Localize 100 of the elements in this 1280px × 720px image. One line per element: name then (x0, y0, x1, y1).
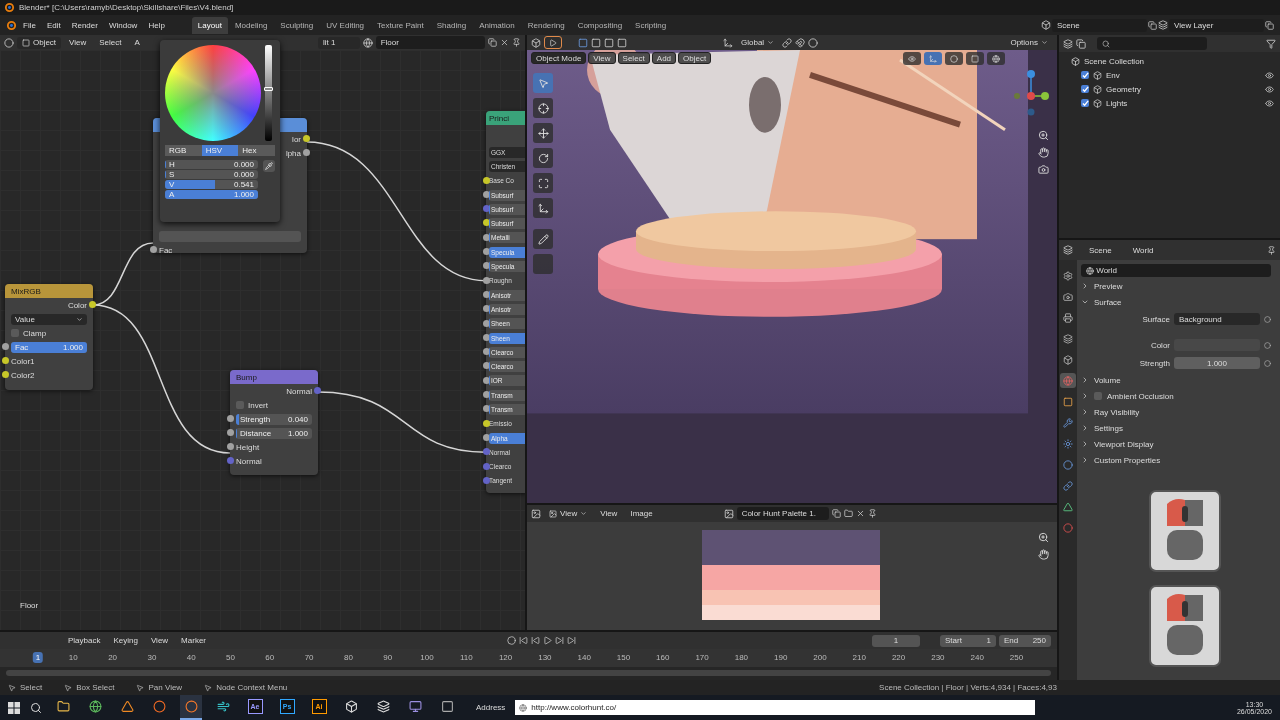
editor-type-icon[interactable] (531, 508, 541, 519)
tool-button[interactable] (533, 98, 553, 118)
value-slider[interactable] (265, 45, 272, 141)
input-socket[interactable] (483, 176, 490, 184)
mode-dropdown[interactable]: Object Mode (531, 52, 587, 64)
menu-button[interactable]: View (588, 52, 616, 64)
workspace-tab[interactable]: Layout (191, 16, 228, 34)
input-socket[interactable] (483, 448, 490, 456)
slider-handle[interactable] (264, 87, 273, 92)
tree-item[interactable]: Scene Collection (1059, 54, 1280, 68)
magnet-icon[interactable] (795, 37, 806, 48)
value-slider[interactable]: Strength 0.040 (236, 413, 312, 425)
select-mode-icon[interactable] (617, 37, 627, 48)
skip-forward-icon[interactable] (567, 636, 576, 645)
rewind-icon[interactable] (531, 636, 540, 645)
select-mode-icon[interactable] (578, 37, 588, 48)
workspace-tab[interactable]: Scripting (629, 16, 673, 34)
workspace-tab[interactable]: Texture Paint (371, 16, 430, 34)
copy-icon[interactable] (1148, 20, 1157, 30)
app-logo-icon[interactable] (4, 2, 15, 13)
editor-type-icon[interactable] (1063, 245, 1073, 255)
output-socket[interactable] (89, 301, 96, 308)
properties-tab[interactable] (1060, 478, 1076, 493)
material-field[interactable]: Floor (375, 36, 486, 49)
tree-item-label[interactable]: Geometry (1106, 84, 1142, 94)
panel-header[interactable]: Ray Visibility (1081, 405, 1274, 419)
color-mode-tab[interactable]: RGB (165, 145, 202, 156)
checkbox[interactable] (1081, 71, 1089, 79)
color-slider[interactable]: V 0.541 (165, 180, 258, 189)
menu-button[interactable]: Select (617, 52, 650, 64)
socket-icon[interactable] (1264, 341, 1271, 349)
properties-tab[interactable] (1060, 457, 1076, 472)
copy-icon[interactable] (1265, 20, 1274, 30)
tool-button[interactable] (533, 198, 553, 218)
axes-icon[interactable] (723, 37, 733, 48)
collection-icon[interactable] (1093, 84, 1102, 94)
color-slider[interactable]: A 1.000 (165, 190, 258, 199)
close-icon[interactable] (500, 38, 510, 47)
end-frame-field[interactable]: End 250 (999, 634, 1051, 647)
panel-header[interactable]: Volume (1081, 373, 1274, 387)
input-socket[interactable] (483, 462, 490, 470)
tool-button[interactable] (533, 173, 553, 193)
eyedropper-button[interactable] (263, 160, 275, 172)
checkbox[interactable] (1081, 99, 1089, 107)
axis-gizmo-drawing[interactable] (1011, 68, 1051, 118)
breadcrumb[interactable]: Scene (1084, 243, 1117, 257)
shader-dropdown[interactable]: Background (1174, 313, 1260, 325)
search-field[interactable] (1097, 37, 1207, 50)
editor-type-icon[interactable] (4, 37, 14, 48)
menu-item[interactable]: Help (143, 18, 170, 32)
render-button[interactable] (544, 36, 562, 49)
checkbox[interactable] (11, 329, 19, 337)
collection-icon[interactable] (1093, 98, 1102, 108)
copy-icon[interactable] (831, 509, 841, 518)
menu-item[interactable]: Keying (108, 634, 143, 647)
checkbox[interactable] (1094, 392, 1102, 400)
zoom-icon[interactable] (1038, 532, 1049, 543)
checkbox[interactable] (236, 401, 244, 409)
menu-item[interactable]: Render (66, 18, 103, 32)
close-icon[interactable] (855, 509, 865, 518)
properties-tab[interactable] (1060, 373, 1076, 388)
scrollbar[interactable] (6, 670, 1051, 676)
select-mode-icon[interactable] (604, 37, 614, 48)
number-field[interactable]: 1.000 (1174, 357, 1260, 369)
panel-header[interactable]: Ambient Occlusion (1081, 389, 1274, 403)
xray-button[interactable] (966, 52, 984, 65)
menu-button[interactable]: Object (678, 52, 712, 64)
collection-icon[interactable] (1093, 70, 1102, 80)
input-socket[interactable] (483, 276, 490, 284)
menu-item[interactable]: Marker (176, 634, 211, 647)
eye-icon[interactable] (1265, 70, 1274, 80)
shading-button[interactable] (987, 52, 1005, 65)
mix-node[interactable]: MixRGB Color Value Clamp Fac 1.000 Color1 Color2 (5, 284, 93, 390)
pin-icon[interactable] (512, 38, 521, 47)
menu-item[interactable]: Playback (62, 634, 106, 647)
pin-icon[interactable] (867, 509, 877, 518)
options-dropdown[interactable]: Options (1005, 36, 1053, 49)
workspace-tab[interactable]: Modeling (228, 16, 274, 34)
visibility-button[interactable] (903, 52, 921, 65)
skip-back-icon[interactable] (519, 636, 528, 645)
menu-item[interactable]: Edit (41, 18, 66, 32)
socket-icon[interactable] (1264, 359, 1271, 367)
hand-icon[interactable] (1038, 147, 1049, 158)
color-mode-tab[interactable]: HSV (201, 145, 239, 156)
mode-dropdown[interactable]: Object (16, 36, 62, 49)
panel-header[interactable]: Viewport Display (1081, 437, 1274, 451)
folder-icon[interactable] (843, 509, 853, 518)
display-mode-icon[interactable] (1076, 38, 1086, 49)
workspace-tab[interactable]: UV Editing (320, 16, 371, 34)
panel-header[interactable]: Preview (1081, 279, 1274, 293)
menu-item[interactable]: Image (625, 507, 658, 520)
tool-button[interactable] (533, 148, 553, 168)
checkbox[interactable] (1081, 85, 1089, 93)
fast-forward-icon[interactable] (555, 636, 564, 645)
view-layer-field[interactable]: View Layer (1169, 18, 1264, 32)
color-mode-tab[interactable]: Hex (238, 145, 275, 156)
tree-item-label[interactable]: Env (1106, 70, 1120, 80)
select-mode-icon[interactable] (591, 37, 601, 48)
scene-field[interactable]: Scene (1052, 18, 1147, 32)
properties-tab[interactable] (1060, 436, 1076, 451)
